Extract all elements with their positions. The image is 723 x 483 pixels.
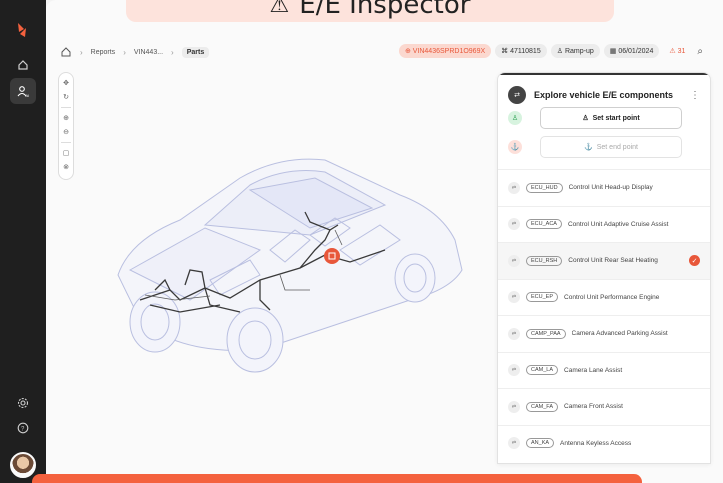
set-end-point-label: Set end point — [596, 143, 638, 151]
component-name: Camera Lane Assist — [564, 366, 623, 374]
component-name: Control Unit Performance Engine — [564, 293, 660, 301]
end-pin-icon: ⚓ — [584, 144, 593, 151]
home-icon[interactable] — [10, 52, 36, 78]
component-name: Camera Front Assist — [564, 403, 623, 411]
bottom-action-bar[interactable] — [32, 474, 642, 483]
component-code: AN_KA — [526, 438, 555, 449]
component-icon: ⇄ — [508, 364, 520, 377]
set-start-point-label: Set start point — [592, 114, 640, 122]
list-item[interactable]: ⇄ AN_KA Antenna Keyless Access — [498, 424, 710, 462]
list-item[interactable]: ⇄ ECU_HUD Control Unit Head-up Display — [498, 169, 710, 206]
part-number-label: 47110815 — [510, 48, 541, 55]
date-label: 06/01/2024 — [618, 48, 654, 55]
breadcrumb-vin[interactable]: VIN443... — [134, 49, 163, 56]
more-options-icon[interactable]: ⋮ — [690, 90, 700, 101]
panel-top-border — [498, 73, 710, 75]
check-icon: ✓ — [689, 255, 700, 267]
vehicle-3d-view[interactable] — [110, 100, 470, 390]
settings-icon[interactable] — [10, 390, 36, 416]
logo-icon[interactable] — [12, 20, 32, 40]
list-item[interactable]: ⇄ ECU_ACA Control Unit Adaptive Cruise Ass… — [498, 205, 710, 243]
component-icon: ⇄ — [508, 400, 520, 413]
set-end-point-button[interactable]: ⚓ Set end point — [540, 136, 682, 158]
component-name: Control Unit Adaptive Cruise Assist — [567, 220, 669, 228]
panel-header: ⇄ Explore vehicle E/E components ⋮ — [508, 85, 700, 105]
selected-component-marker — [324, 248, 340, 264]
svg-text:AI: AI — [25, 93, 29, 98]
start-pin-icon: ♙ — [582, 115, 589, 122]
move-icon[interactable]: ✥ — [60, 77, 72, 89]
end-point-row: ⚓ ⚓ Set end point — [508, 136, 700, 158]
component-icon: ⇄ — [508, 327, 520, 340]
list-item[interactable]: ⇄ CAMP_PAA Camera Advanced Parking Assist — [498, 315, 710, 352]
component-code: CAMP_PAA — [526, 328, 566, 339]
viewer-toolbar: ✥ ↻ ⊕ ⊖ ▢ ⊗ — [58, 72, 74, 180]
component-code: CAM_FA — [526, 401, 559, 412]
search-icon[interactable]: ⌕ — [695, 46, 705, 57]
component-code: ECU_RSH — [526, 255, 563, 266]
component-code: ECU_ACA — [526, 219, 562, 230]
panel-title: Explore vehicle E/E components — [534, 90, 674, 100]
breadcrumb-current: Parts — [181, 46, 210, 58]
component-name: Control Unit Head-up Display — [568, 184, 653, 192]
date-chip[interactable]: ▦ 06/01/2024 — [603, 44, 660, 58]
chevron-right-icon: › — [80, 47, 83, 57]
component-icon: ⇄ — [508, 218, 520, 231]
list-item[interactable]: ⇄ ECU_EP Control Unit Performance Engine — [498, 278, 710, 316]
vin-chip-label: VIN4436SPRD1O969X — [412, 48, 486, 55]
list-item[interactable]: ⇄ ECU_RSH Control Unit Rear Seat Heating ✓ — [498, 242, 710, 279]
vin-chip[interactable]: ⊕ VIN4436SPRD1O969X — [398, 44, 492, 58]
alerts-count: 31 — [677, 48, 686, 55]
explore-icon: ⇄ — [508, 86, 526, 104]
component-icon: ⇄ — [508, 254, 520, 267]
list-item[interactable]: ⇄ CAM_FA Camera Front Assist — [498, 388, 710, 425]
zoom-in-icon[interactable]: ⊕ — [60, 112, 72, 124]
toolbar-divider — [61, 142, 71, 143]
breadcrumb: › Reports › VIN443... › Parts — [60, 46, 210, 58]
start-point-row: ♙ ♙ Set start point — [508, 107, 700, 129]
breadcrumb-reports[interactable]: Reports — [91, 49, 116, 56]
explore-panel: ⇄ Explore vehicle E/E components ⋮ ♙ ♙ S… — [497, 72, 711, 464]
rotate-icon[interactable]: ↻ — [60, 91, 72, 103]
app: AI ? ⚠ E/E Inspector › Reports › VIN443.… — [0, 0, 723, 483]
chevron-right-icon: › — [123, 47, 126, 57]
start-point-icon: ♙ — [508, 111, 522, 125]
zoom-out-icon[interactable]: ⊖ — [60, 126, 72, 138]
component-code: CAM_LA — [526, 365, 559, 376]
component-code: ECU_HUD — [526, 182, 563, 193]
help-icon[interactable]: ? — [10, 415, 36, 441]
breadcrumb-home-icon[interactable] — [60, 46, 72, 58]
warning-icon: ⚠ — [269, 0, 290, 18]
reset-icon[interactable]: ⊗ — [60, 161, 72, 173]
app-title-banner: ⚠ E/E Inspector — [126, 0, 614, 22]
component-list: ⇄ ECU_HUD Control Unit Head-up Display ⇄ ECU… — [498, 169, 710, 461]
header-chips: ⊕ VIN4436SPRD1O969X ⌘ 47110815 ♙ Ramp-up… — [398, 44, 705, 58]
part-number-chip[interactable]: ⌘ 47110815 — [495, 44, 547, 58]
toolbar-divider — [61, 107, 71, 108]
frame-icon[interactable]: ▢ — [60, 147, 72, 159]
app-title: E/E Inspector — [299, 0, 471, 20]
avatar[interactable] — [10, 452, 36, 478]
component-icon: ⇄ — [508, 291, 520, 304]
list-item[interactable]: ⇄ CAM_LA Camera Lane Assist — [498, 351, 710, 389]
svg-text:?: ? — [21, 427, 25, 433]
component-name: Camera Advanced Parking Assist — [571, 330, 668, 338]
component-code: ECU_EP — [526, 292, 559, 303]
left-rail: AI ? — [0, 0, 46, 483]
end-point-icon: ⚓ — [508, 140, 522, 154]
set-start-point-button[interactable]: ♙ Set start point — [540, 107, 682, 129]
user-ai-icon[interactable]: AI — [10, 78, 36, 104]
component-icon: ⇄ — [508, 437, 520, 450]
phase-chip[interactable]: ♙ Ramp-up — [550, 44, 600, 58]
phase-label: Ramp-up — [564, 48, 594, 55]
component-name: Antenna Keyless Access — [560, 439, 632, 447]
alerts-chip[interactable]: ⚠ 31 — [663, 44, 691, 58]
chevron-right-icon: › — [171, 47, 174, 57]
component-name: Control Unit Rear Seat Heating — [568, 257, 658, 265]
component-icon: ⇄ — [508, 181, 520, 194]
